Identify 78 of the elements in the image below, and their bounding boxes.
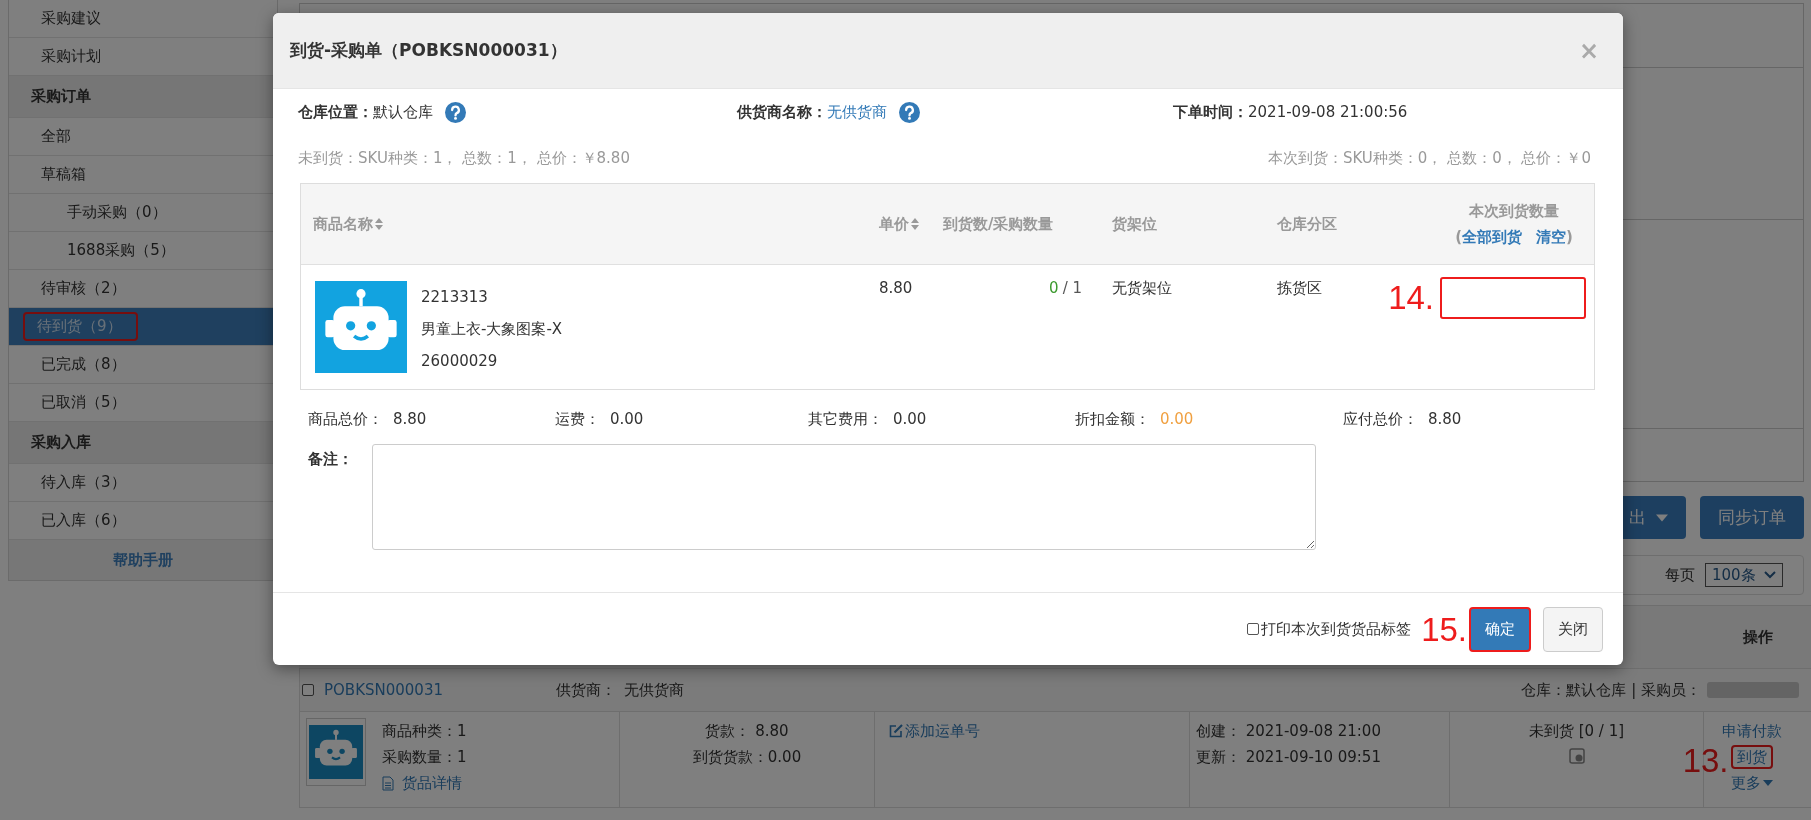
dialog-title: 到货-采购单（POBKSN000031） [290,39,567,62]
header-link[interactable]: 清空 [1536,225,1566,249]
sort-icon [911,218,919,230]
edit-icon [889,724,903,738]
quantity-input[interactable] [1440,277,1586,319]
supplier-link[interactable]: 无供货商 [827,102,887,122]
arrival-payment-text: 到货货款：0.00 [691,747,803,768]
field-label: 仓库位置： [298,102,373,122]
zone-text: 拣货区 [1277,279,1322,297]
remark-label: 备注： [308,449,354,470]
arrived-count: 0 [1049,279,1059,297]
warehouse-info: 仓库：默认仓库 | 采购员： [1521,680,1701,700]
total-value: 8.80 [1428,409,1462,428]
created-time: 创建： 2021-09-08 21:00 [1196,721,1382,742]
column-header: 本次到货数量 [1469,201,1559,222]
total-label: 其它费用： [808,409,883,428]
bracket-text: ( [1455,227,1462,248]
caret-icon [1762,780,1773,786]
column-header: 仓库分区 [1277,214,1337,234]
product-name: 男童上衣-大象图案-X [421,319,563,340]
shelf-text: 无货架位 [1112,279,1172,297]
header-link[interactable]: 全部到货 [1462,225,1522,249]
total-value: 0.00 [1160,409,1194,428]
page-size-label: 每页 [1665,565,1695,585]
help-icon [899,101,920,123]
field-value: 2021-09-08 21:00:56 [1248,103,1408,121]
ordered-count: / 1 [1062,279,1082,297]
updated-time: 更新： 2021-09-10 09:51 [1196,747,1382,768]
supplier-value: 无供货商 [624,680,684,700]
sku-text: 2213313 [421,287,489,308]
details-link[interactable]: 货品详情 [382,770,467,796]
help-icon [445,101,466,123]
close-button[interactable]: 关闭 [1543,606,1603,652]
step-number: 15. [1421,612,1467,646]
column-header: 操作 [1742,627,1774,647]
toolbar-button[interactable]: 同步订单 [1700,496,1804,539]
column-header: 商品名称 [313,214,373,234]
total-value: 8.80 [393,409,427,428]
page-size-select[interactable]: 100条 [1705,563,1783,587]
item-types: 商品种类：1 [382,721,467,742]
action-link[interactable]: 到货 [1730,745,1773,769]
total-value: 0.00 [893,409,927,428]
total-value: 0.00 [610,409,644,428]
chevron-down-icon [1764,571,1776,579]
step-number: 14. [1388,281,1434,314]
confirm-button[interactable]: 确定 [1469,606,1531,652]
caret-icon [1656,513,1668,522]
payment-text: 货款： 8.80 [704,721,790,742]
status-icon [1568,748,1585,764]
column-header: 到货数/采购数量 [943,214,1054,234]
document-icon [382,775,394,791]
total-label: 商品总价： [308,409,383,428]
summary-text: 本次到货：SKU种类：0， 总数：0， 总价：￥0 [1267,148,1591,168]
total-label: 运费： [555,409,600,428]
robot-icon [315,281,407,373]
column-header: 货架位 [1112,214,1157,234]
add-tracking-link[interactable]: 添加运单号 [889,718,1189,744]
sort-icon [375,218,383,230]
total-label: 应付总价： [1343,409,1418,428]
product-code: 26000029 [421,351,499,372]
order-number-link[interactable]: POBKSN000031 [324,681,544,699]
field-label: 下单时间： [1173,102,1248,122]
action-link[interactable]: 申请付款 [1715,719,1788,743]
field-value: 默认仓库 [373,102,433,122]
bracket-text: ) [1566,227,1573,248]
price-text: 8.80 [879,279,913,297]
column-header: 单价 [879,214,909,234]
remark-field[interactable] [372,444,1316,550]
total-label: 折扣金额： [1075,409,1150,428]
field-label: 供货商名称： [737,102,827,122]
supplier-label: 供货商： [556,680,616,700]
help-link[interactable]: 帮助手册 [113,550,173,570]
arrival-status: 未到货 [0 / 1] [1528,721,1625,742]
robot-icon [309,725,363,779]
print-label-checkbox[interactable]: 打印本次到货货品标签 [1247,619,1412,639]
quantity-text: 采购数量：1 [382,747,467,768]
summary-text: 未到货：SKU种类：1， 总数：1， 总价：￥8.80 [298,148,630,168]
checkbox[interactable] [302,684,314,696]
